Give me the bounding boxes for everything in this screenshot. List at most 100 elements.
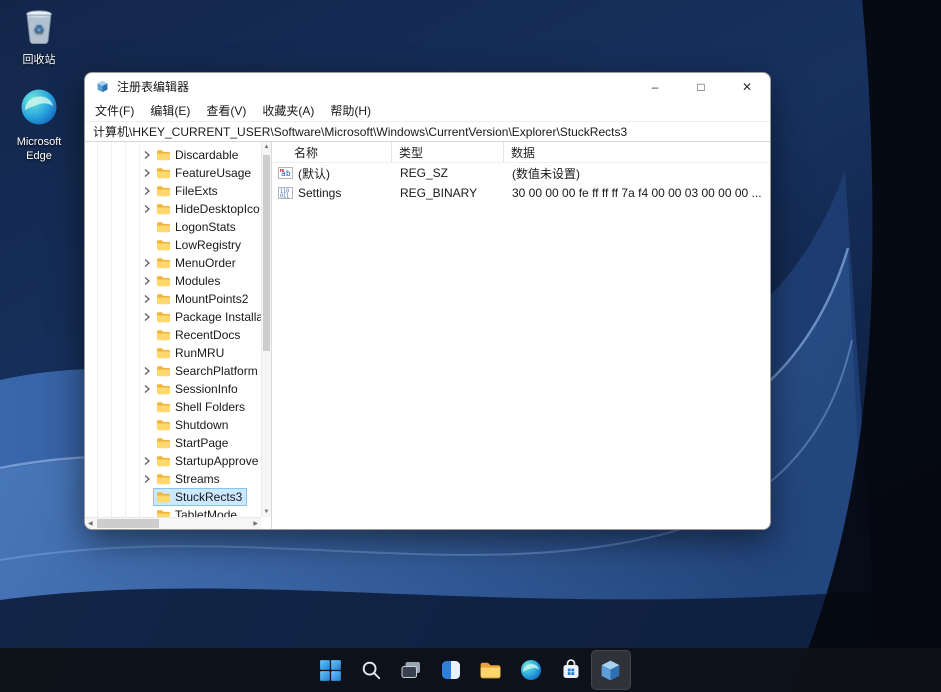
start-icon xyxy=(318,658,343,683)
tree-item-mountpoints2[interactable]: MountPoints2 xyxy=(85,290,261,308)
tree-item-content: RunMRU xyxy=(153,344,229,362)
chevron-right-icon[interactable] xyxy=(141,276,153,286)
taskbar-start-button[interactable] xyxy=(311,650,351,690)
tree-item-lowregistry[interactable]: LowRegistry xyxy=(85,236,261,254)
tree-item-content: LowRegistry xyxy=(153,236,246,254)
tree-item-startupapprove[interactable]: StartupApprove xyxy=(85,452,261,470)
tree-item-menuorder[interactable]: MenuOrder xyxy=(85,254,261,272)
taskbar-edge-button[interactable] xyxy=(511,650,551,690)
tree-vertical-scrollbar[interactable]: ▲ ▼ xyxy=(261,142,271,517)
close-button[interactable]: ✕ xyxy=(724,73,770,100)
tree-item-label: Discardable xyxy=(175,148,238,162)
value-name-cell: ab(默认) xyxy=(272,165,392,182)
tree-item-content: StuckRects3 xyxy=(153,488,247,506)
minimize-button[interactable]: – xyxy=(632,73,678,100)
menu-help[interactable]: 帮助(H) xyxy=(322,102,379,119)
tree-item-label: RunMRU xyxy=(175,346,224,360)
tree-item-label: StartupApprove xyxy=(175,454,258,468)
folder-icon xyxy=(156,347,171,359)
taskbar-microsoft-store-button[interactable] xyxy=(551,650,591,690)
tree-item-content: Package Installa xyxy=(153,308,261,326)
file-explorer-icon xyxy=(478,658,503,683)
registry-tree-pane: Discardable FeatureUsage FileExts HideDeskt… xyxy=(85,142,272,529)
tree-item-stuckrects3[interactable]: StuckRects3 xyxy=(85,488,261,506)
folder-icon xyxy=(156,311,171,323)
chevron-right-icon[interactable] xyxy=(141,474,153,484)
tree-item-shutdown[interactable]: Shutdown xyxy=(85,416,261,434)
chevron-right-icon[interactable] xyxy=(141,294,153,304)
tree-item-label: TabletMode xyxy=(175,508,237,517)
value-row-1[interactable]: 110011SettingsREG_BINARY30 00 00 00 fe f… xyxy=(272,183,770,203)
taskbar-search-button[interactable] xyxy=(351,650,391,690)
tree-item-content: FeatureUsage xyxy=(153,164,256,182)
value-type: REG_SZ xyxy=(392,166,504,180)
chevron-right-icon[interactable] xyxy=(141,168,153,178)
chevron-right-icon[interactable] xyxy=(141,150,153,160)
horizontal-scroll-thumb[interactable] xyxy=(97,519,159,528)
folder-icon xyxy=(156,221,171,233)
desktop-icon-edge[interactable]: Microsoft Edge xyxy=(6,86,72,163)
chevron-right-icon[interactable] xyxy=(141,384,153,394)
taskbar-widgets-button[interactable] xyxy=(431,650,471,690)
tree-item-hidedesktopico[interactable]: HideDesktopIco xyxy=(85,200,261,218)
scroll-down-icon[interactable]: ▼ xyxy=(262,509,271,515)
taskbar-task-view-button[interactable] xyxy=(391,650,431,690)
folder-icon xyxy=(156,473,171,485)
registry-editor-icon xyxy=(598,658,623,683)
scroll-right-icon[interactable]: ▶ xyxy=(253,520,258,527)
tree-item-package-installa[interactable]: Package Installa xyxy=(85,308,261,326)
maximize-button[interactable]: □ xyxy=(678,73,724,100)
window-title: 注册表编辑器 xyxy=(117,78,189,95)
tree-item-label: SessionInfo xyxy=(175,382,238,396)
folder-icon xyxy=(156,491,171,503)
tree-horizontal-scrollbar[interactable]: ◀ ▶ xyxy=(85,517,261,529)
scroll-up-icon[interactable]: ▲ xyxy=(262,144,271,150)
tree-item-searchplatform[interactable]: SearchPlatform xyxy=(85,362,261,380)
column-header-data[interactable]: 数据 xyxy=(504,142,770,162)
tree-item-startpage[interactable]: StartPage xyxy=(85,434,261,452)
column-header-name[interactable]: 名称 xyxy=(272,142,392,162)
tree-item-label: Package Installa xyxy=(175,310,261,324)
tree-item-content: TabletMode xyxy=(153,506,242,517)
chevron-right-icon[interactable] xyxy=(141,366,153,376)
address-bar[interactable]: 计算机\HKEY_CURRENT_USER\Software\Microsoft… xyxy=(85,121,770,142)
tree-item-modules[interactable]: Modules xyxy=(85,272,261,290)
tree-item-recentdocs[interactable]: RecentDocs xyxy=(85,326,261,344)
tree-item-fileexts[interactable]: FileExts xyxy=(85,182,261,200)
tree-item-streams[interactable]: Streams xyxy=(85,470,261,488)
chevron-right-icon[interactable] xyxy=(141,258,153,268)
tree-item-featureusage[interactable]: FeatureUsage xyxy=(85,164,261,182)
tree-item-sessioninfo[interactable]: SessionInfo xyxy=(85,380,261,398)
menu-edit[interactable]: 编辑(E) xyxy=(142,102,198,119)
menu-favorites[interactable]: 收藏夹(A) xyxy=(254,102,322,119)
desktop-icon-recycle-bin[interactable]: ♻ 回收站 xyxy=(6,6,72,68)
vertical-scroll-thumb[interactable] xyxy=(263,155,270,351)
desktop-icon-label: 回收站 xyxy=(23,54,56,68)
scroll-left-icon[interactable]: ◀ xyxy=(88,520,93,527)
menu-file[interactable]: 文件(F) xyxy=(87,102,142,119)
tree-item-shell-folders[interactable]: Shell Folders xyxy=(85,398,261,416)
tree-item-runmru[interactable]: RunMRU xyxy=(85,344,261,362)
tree-item-content: FileExts xyxy=(153,182,223,200)
chevron-right-icon[interactable] xyxy=(141,312,153,322)
svg-text:♻: ♻ xyxy=(33,23,44,37)
tree-item-content: Shutdown xyxy=(153,416,233,434)
chevron-right-icon[interactable] xyxy=(141,204,153,214)
tree-item-label: FileExts xyxy=(175,184,218,198)
column-header-type[interactable]: 类型 xyxy=(392,142,504,162)
tree-item-logonstats[interactable]: LogonStats xyxy=(85,218,261,236)
title-bar[interactable]: 注册表编辑器 – □ ✕ xyxy=(85,73,770,100)
tree-item-discardable[interactable]: Discardable xyxy=(85,146,261,164)
chevron-right-icon[interactable] xyxy=(141,186,153,196)
search-icon xyxy=(360,659,382,681)
menu-view[interactable]: 查看(V) xyxy=(198,102,254,119)
chevron-right-icon[interactable] xyxy=(141,456,153,466)
taskbar-registry-editor-button[interactable] xyxy=(591,650,631,690)
taskbar-icons xyxy=(311,650,631,690)
taskbar-file-explorer-button[interactable] xyxy=(471,650,511,690)
tree-item-label: LogonStats xyxy=(175,220,236,234)
tree-item-tabletmode[interactable]: TabletMode xyxy=(85,506,261,517)
value-row-0[interactable]: ab(默认)REG_SZ(数值未设置) xyxy=(272,163,770,183)
tree-item-label: HideDesktopIco xyxy=(175,202,260,216)
tree-view: Discardable FeatureUsage FileExts HideDeskt… xyxy=(85,146,261,517)
